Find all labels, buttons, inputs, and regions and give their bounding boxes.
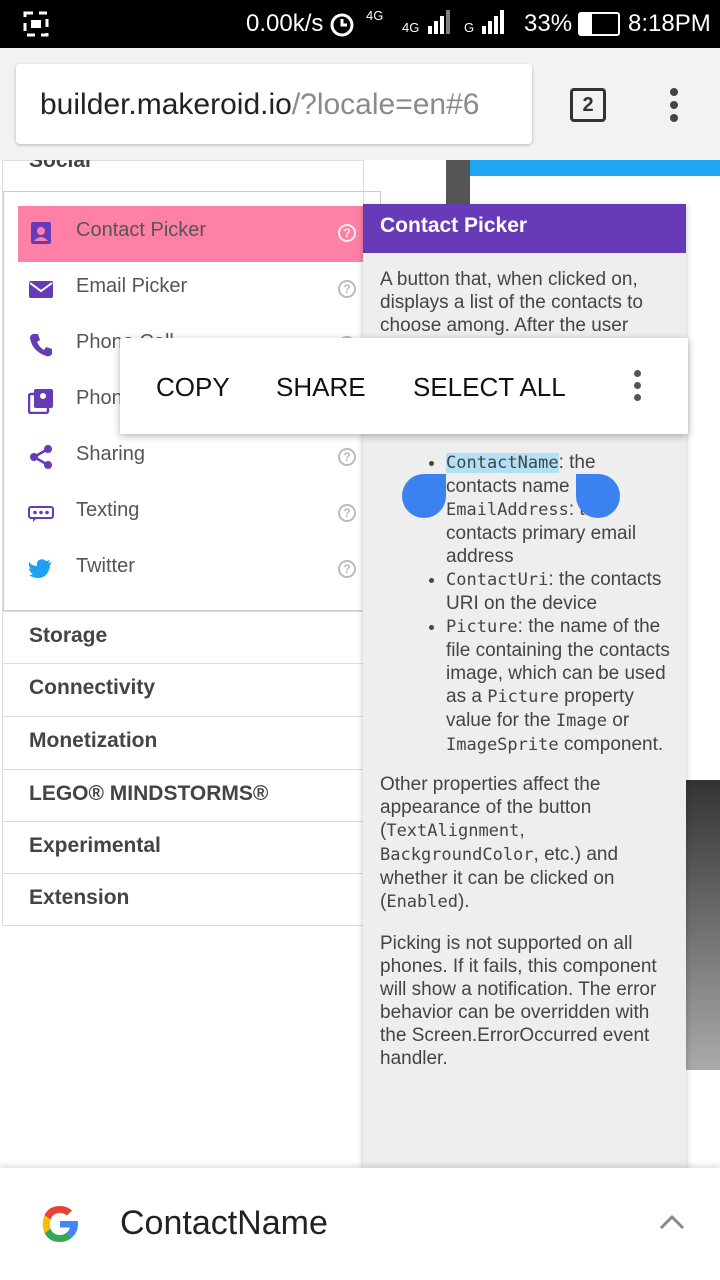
palette-item-label: Texting	[76, 499, 140, 521]
help-icon[interactable]: ?	[338, 280, 356, 298]
palette-item-label: Phon	[76, 387, 123, 409]
property-list: ContactName: the contacts name EmailAddr…	[428, 451, 670, 757]
inline-code: TextAlignment	[386, 821, 520, 841]
network-speed: 0.00k/s	[246, 10, 324, 37]
category-label: Connectivity	[29, 676, 156, 699]
list-item: Picture: the name of the file containing…	[446, 615, 670, 757]
phone-icon	[30, 334, 52, 357]
paragraph-text: ,	[519, 820, 525, 841]
texting-icon	[28, 506, 54, 522]
list-item: EmailAddress: the contacts primary email…	[446, 498, 670, 568]
screenshot-icon	[23, 11, 49, 37]
inline-code: Enabled	[386, 892, 458, 912]
viewer-titlebar	[470, 160, 720, 176]
list-item-code: Picture	[487, 687, 559, 707]
popup-header: Contact Picker	[363, 204, 686, 253]
palette-item-texting[interactable]: Texting ?	[18, 486, 366, 542]
category-connectivity[interactable]: Connectivity	[3, 663, 365, 715]
palette-item-email-picker[interactable]: Email Picker ?	[18, 262, 366, 318]
category-label: Experimental	[29, 834, 161, 857]
help-icon[interactable]: ?	[338, 560, 356, 578]
category-label: Monetization	[29, 729, 158, 752]
google-g-icon	[42, 1206, 78, 1242]
popup-paragraph-3: Picking is not supported on all phones. …	[380, 933, 657, 1069]
palette-item-contact-picker[interactable]: Contact Picker ?	[18, 206, 366, 262]
category-monetization[interactable]: Monetization	[3, 716, 365, 768]
network-type-a: 4G	[366, 8, 384, 23]
category-lego-mindstorms[interactable]: LEGO® MINDSTORMS®	[3, 769, 365, 821]
palette-item-label: Email Picker	[76, 275, 188, 297]
category-label: Extension	[29, 886, 130, 909]
palette-item-label: Contact Picker	[76, 219, 207, 241]
list-item-code: Image	[555, 711, 608, 731]
battery-percent: 33%	[524, 10, 573, 37]
browser-menu-icon[interactable]	[664, 88, 684, 124]
alarm-icon	[330, 13, 354, 37]
address-bar[interactable]: builder.makeroid.io/?locale=en#6	[16, 64, 532, 144]
category-extension[interactable]: Extension	[3, 873, 365, 925]
paragraph-text: ).	[457, 891, 470, 912]
tap-to-search-bar[interactable]: ContactName	[0, 1168, 720, 1280]
list-item-code: ImageSprite	[446, 735, 559, 755]
viewer-edge	[446, 160, 470, 204]
help-icon[interactable]: ?	[338, 448, 356, 466]
component-palette: Social Contact Picker ? Email Picker ? P…	[2, 160, 381, 926]
contact-icon	[31, 222, 51, 244]
status-bar: 0.00k/s 4G 4G G 33% 8:18PM	[0, 0, 720, 48]
selection-handle-end[interactable]	[576, 474, 620, 518]
copy-button[interactable]: COPY	[156, 372, 230, 403]
share-button[interactable]: SHARE	[276, 372, 366, 403]
inline-code: BackgroundColor	[380, 845, 534, 865]
browser-toolbar: builder.makeroid.io/?locale=en#6 2	[0, 48, 720, 160]
list-item: ContactUri: the contacts URI on the devi…	[446, 568, 670, 615]
list-item-text: or	[607, 710, 630, 731]
popup-intro: A button that, when clicked on, displays…	[380, 269, 643, 336]
help-icon[interactable]: ?	[338, 504, 356, 522]
popup-title: Contact Picker	[380, 214, 528, 237]
email-icon	[29, 281, 53, 298]
category-social[interactable]: Social	[29, 160, 91, 173]
selected-text[interactable]: ContactName	[446, 453, 559, 473]
tab-switcher-button[interactable]: 2	[570, 88, 606, 122]
category-label: LEGO® MINDSTORMS®	[29, 782, 269, 805]
web-page: Social Contact Picker ? Email Picker ? P…	[0, 160, 720, 1168]
category-label: Storage	[29, 624, 108, 647]
network-type-c: G	[464, 20, 475, 35]
more-options-icon[interactable]	[632, 370, 642, 406]
list-item-code: ContactUri	[446, 570, 549, 590]
category-experimental[interactable]: Experimental	[3, 821, 365, 873]
twitter-icon	[28, 559, 52, 578]
help-icon[interactable]: ?	[338, 224, 356, 242]
selection-handle-start[interactable]	[402, 474, 446, 518]
photo-icon	[28, 389, 53, 414]
viewer-device-edge	[686, 780, 720, 1070]
battery-icon	[578, 12, 620, 36]
palette-item-twitter[interactable]: Twitter ?	[18, 542, 366, 598]
select-all-button[interactable]: SELECT ALL	[413, 372, 566, 403]
palette-item-sharing[interactable]: Sharing ?	[18, 430, 366, 486]
network-type-b: 4G	[402, 20, 420, 35]
text-selection-toolbar: COPY SHARE SELECT ALL	[120, 338, 688, 434]
list-item-text: component.	[558, 734, 664, 755]
signal-1-icon	[428, 10, 450, 34]
list-item-code: Picture	[446, 617, 518, 637]
popup-paragraph-2: Other properties affect the appearance o…	[380, 773, 670, 914]
clock: 8:18PM	[628, 10, 711, 37]
list-item-code: EmailAddress	[446, 500, 569, 520]
category-storage[interactable]: Storage	[3, 611, 365, 663]
url-path: /?locale=en#6	[291, 88, 480, 121]
palette-item-label: Twitter	[76, 555, 135, 577]
chevron-up-icon[interactable]	[658, 1212, 686, 1232]
search-query: ContactName	[120, 1204, 328, 1242]
palette-item-label: Sharing	[76, 443, 145, 465]
signal-2-icon	[482, 10, 504, 34]
share-icon	[30, 445, 52, 469]
list-item: ContactName: the contacts name	[446, 451, 670, 498]
url-host: builder.makeroid.io	[40, 88, 292, 121]
url-text: builder.makeroid.io/?locale=en#6	[40, 88, 479, 122]
